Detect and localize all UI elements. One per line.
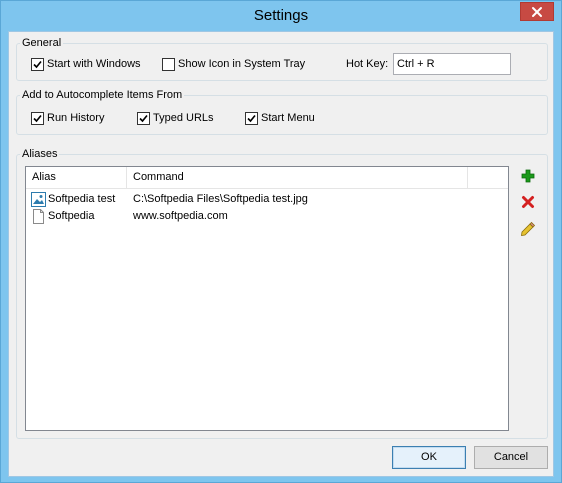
client-area: General Start with Windows Show Icon in … xyxy=(8,31,554,477)
settings-window: Settings General Start with Windows Show… xyxy=(0,0,562,483)
column-header-alias[interactable]: Alias xyxy=(26,167,127,189)
checkmark-icon xyxy=(139,114,148,122)
alias-cell: Softpedia test xyxy=(48,193,116,205)
start-menu-checkbox[interactable] xyxy=(245,111,258,125)
general-group-label: General xyxy=(20,37,64,50)
close-icon xyxy=(532,6,542,17)
plus-icon xyxy=(521,169,535,183)
start-menu-option[interactable]: Start Menu xyxy=(245,110,315,126)
aliases-group-label: Aliases xyxy=(20,148,60,161)
cancel-button[interactable]: Cancel xyxy=(474,446,548,469)
show-icon-tray-checkbox[interactable] xyxy=(162,57,175,71)
run-history-checkbox[interactable] xyxy=(31,111,44,125)
command-cell: www.softpedia.com xyxy=(133,210,228,222)
start-with-windows-checkbox[interactable] xyxy=(31,57,44,71)
blank-file-icon xyxy=(33,209,44,224)
show-icon-tray-label: Show Icon in System Tray xyxy=(178,58,306,70)
pencil-icon xyxy=(521,221,536,236)
aliases-list[interactable]: Alias Command Softpedia test C:\Softpedi… xyxy=(25,166,509,431)
close-button[interactable] xyxy=(520,2,554,21)
title-bar[interactable]: Settings xyxy=(1,1,561,31)
table-row[interactable]: Softpedia test C:\Softpedia Files\Softpe… xyxy=(26,191,508,208)
start-menu-label: Start Menu xyxy=(261,112,315,124)
checkmark-icon xyxy=(33,60,42,68)
hotkey-input[interactable]: Ctrl + R xyxy=(393,53,511,75)
image-file-icon xyxy=(31,192,46,207)
column-header-command[interactable]: Command xyxy=(127,167,468,189)
delete-alias-button[interactable] xyxy=(519,193,537,211)
aliases-list-header: Alias Command xyxy=(26,167,508,189)
table-row[interactable]: Softpedia www.softpedia.com xyxy=(26,208,508,225)
command-cell: C:\Softpedia Files\Softpedia test.jpg xyxy=(133,193,308,205)
autocomplete-group-label: Add to Autocomplete Items From xyxy=(20,89,185,102)
delete-x-icon xyxy=(522,196,534,208)
typed-urls-label: Typed URLs xyxy=(153,112,214,124)
typed-urls-checkbox[interactable] xyxy=(137,111,150,125)
hotkey-label: Hot Key: xyxy=(346,58,389,70)
add-alias-button[interactable] xyxy=(519,167,537,185)
run-history-option[interactable]: Run History xyxy=(31,110,104,126)
start-with-windows-option[interactable]: Start with Windows xyxy=(31,56,141,72)
edit-alias-button[interactable] xyxy=(519,220,537,238)
window-title: Settings xyxy=(253,7,309,24)
show-icon-tray-option[interactable]: Show Icon in System Tray xyxy=(162,56,305,72)
alias-cell: Softpedia xyxy=(48,210,95,222)
checkmark-icon xyxy=(33,114,42,122)
ok-button[interactable]: OK xyxy=(392,446,466,469)
checkmark-icon xyxy=(247,114,256,122)
typed-urls-option[interactable]: Typed URLs xyxy=(137,110,214,126)
run-history-label: Run History xyxy=(47,112,105,124)
start-with-windows-label: Start with Windows xyxy=(47,58,141,70)
